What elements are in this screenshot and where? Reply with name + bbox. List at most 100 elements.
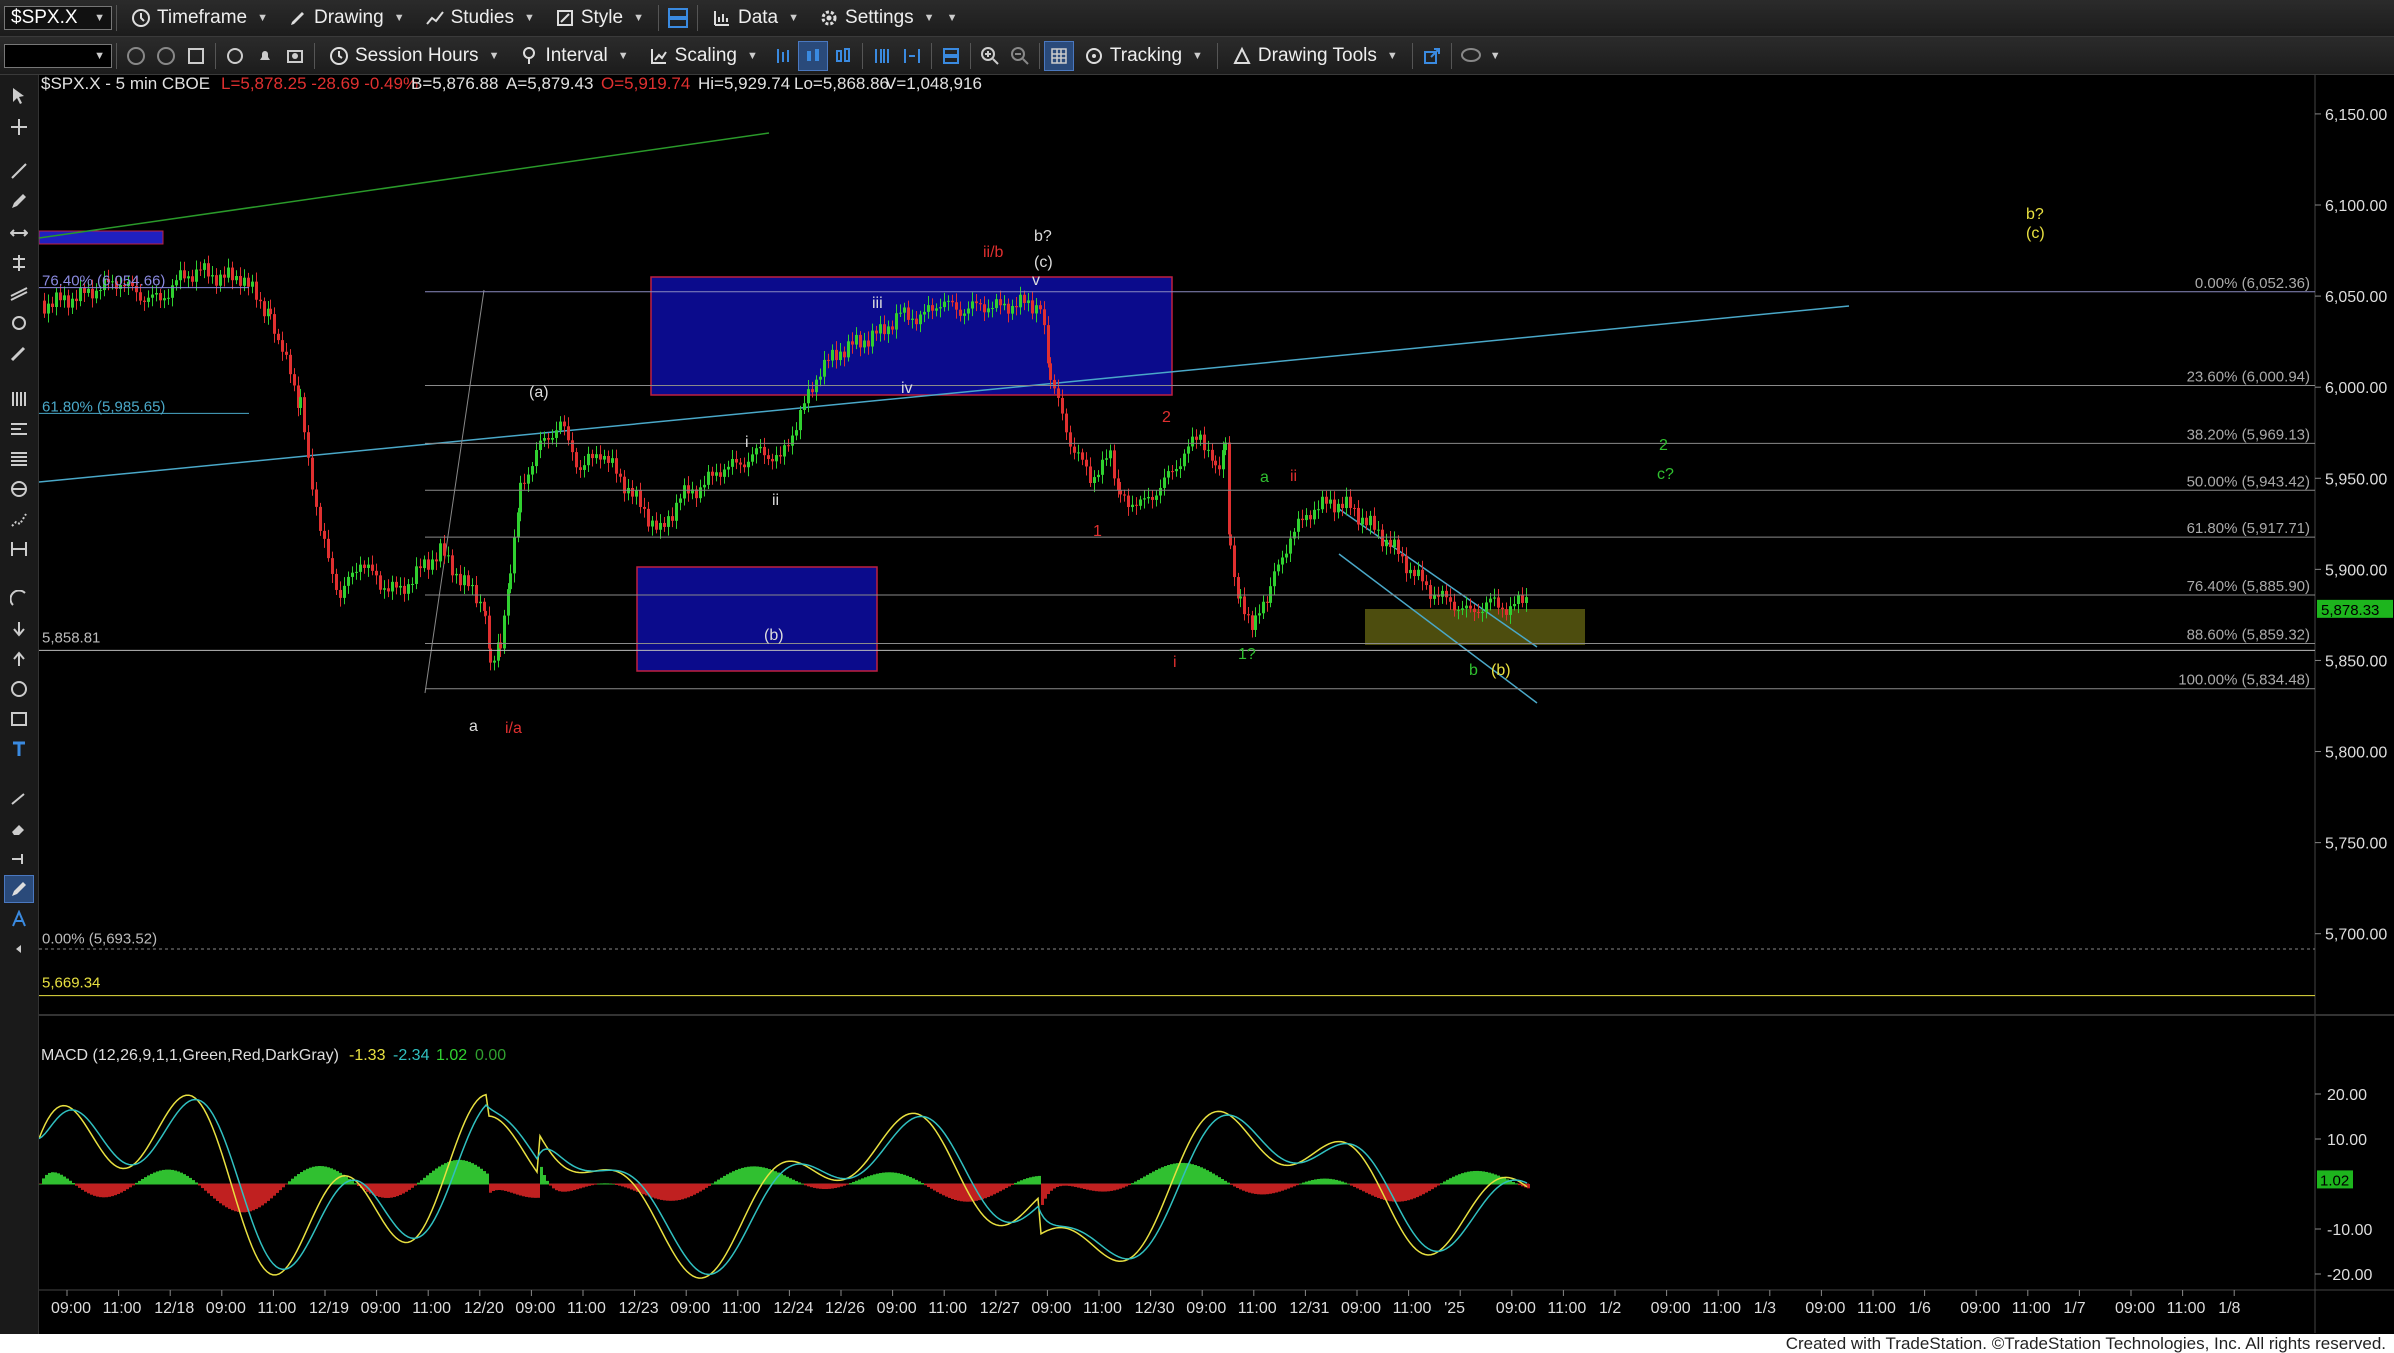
gann-tool-icon[interactable] <box>4 475 34 503</box>
settings-menu[interactable]: Settings ▼ <box>809 3 945 33</box>
price-chart[interactable]: 0.00% (6,052.36) 23.60% (6,000.94) 38.20% … <box>39 75 2394 1333</box>
trendline-tool-icon[interactable] <box>4 157 34 185</box>
refresh-icon[interactable] <box>220 41 250 71</box>
overflow-caret-icon[interactable]: ▼ <box>947 12 958 24</box>
drawing-tools-menu[interactable]: Drawing Tools ▼ <box>1222 41 1408 71</box>
timeframe-menu[interactable]: Timeframe ▼ <box>121 3 278 33</box>
ellipse-tool-icon[interactable] <box>4 675 34 703</box>
compress-icon[interactable] <box>867 41 897 71</box>
fib-extension-icon[interactable] <box>4 415 34 443</box>
export-icon[interactable] <box>1417 41 1447 71</box>
draw-mode-icon[interactable] <box>4 875 34 903</box>
style-menu[interactable]: Style ▼ <box>545 3 654 33</box>
pointer-icon[interactable] <box>4 81 34 109</box>
fib-tool-icon[interactable] <box>4 385 34 413</box>
zoom-in-icon[interactable] <box>975 41 1005 71</box>
horizontal-arrows-icon[interactable] <box>4 219 34 247</box>
magnet-icon[interactable] <box>4 845 34 873</box>
bar-chart-icon[interactable] <box>768 41 798 71</box>
text-tool-icon[interactable] <box>4 735 34 763</box>
wave-label: (a) <box>529 384 549 401</box>
bell-icon[interactable] <box>250 41 280 71</box>
page-icon[interactable] <box>181 41 211 71</box>
layout-icon[interactable] <box>936 41 966 71</box>
macd-hist-bar <box>273 1184 276 1196</box>
channel-tool-icon[interactable] <box>4 279 34 307</box>
scaling-menu[interactable]: Scaling ▼ <box>639 41 768 71</box>
drawing-menu[interactable]: Drawing ▼ <box>278 3 415 33</box>
macd-hist-bar <box>1278 1184 1281 1192</box>
grid-icon[interactable] <box>1043 40 1074 71</box>
candle-body <box>263 301 266 317</box>
candle-body <box>675 502 678 521</box>
arrow-up-icon[interactable] <box>4 645 34 673</box>
layout-combo[interactable]: ▼ <box>4 43 112 68</box>
brush-tool-icon[interactable] <box>4 339 34 367</box>
session-hours-menu[interactable]: Session Hours ▼ <box>319 41 509 71</box>
crosshair-icon[interactable] <box>4 113 34 141</box>
macd-hist-bar <box>981 1184 984 1200</box>
candle-body <box>371 564 374 571</box>
data-menu[interactable]: Data ▼ <box>702 3 809 33</box>
forward-icon[interactable] <box>151 41 181 71</box>
candle-body <box>55 292 58 308</box>
overflow-caret-icon[interactable]: ▼ <box>1490 50 1501 62</box>
vertical-line-tool-icon[interactable] <box>4 249 34 277</box>
macd-hist-bar <box>465 1160 468 1185</box>
macd-hist-bar <box>1281 1184 1284 1191</box>
arc-tool-icon[interactable] <box>4 585 34 613</box>
text-a-icon[interactable] <box>4 905 34 933</box>
candle-body <box>867 340 870 347</box>
candle-body <box>563 421 566 427</box>
candle-body <box>475 585 478 604</box>
candle-body <box>823 359 826 377</box>
macd-hist-bar <box>390 1184 393 1198</box>
macd-hist-bar <box>1443 1181 1446 1185</box>
studies-menu[interactable]: Studies ▼ <box>415 3 545 33</box>
eraser-icon[interactable] <box>4 815 34 843</box>
chat-icon[interactable] <box>1456 41 1486 71</box>
expand-icon[interactable] <box>897 41 927 71</box>
macd-hist-bar <box>1410 1184 1413 1200</box>
macd-hist-bar <box>1071 1184 1074 1187</box>
eraser-line-icon[interactable] <box>4 785 34 813</box>
chart-link-icon[interactable] <box>663 3 693 33</box>
macd-hist-bar <box>1293 1184 1296 1187</box>
pitchfork-icon[interactable] <box>4 535 34 563</box>
time-tick-label: 09:00 <box>1031 1300 1071 1317</box>
arrow-down-icon[interactable] <box>4 615 34 643</box>
dots-tool-icon[interactable] <box>4 505 34 533</box>
candle-body <box>1011 305 1014 314</box>
candle-body <box>399 585 402 588</box>
pencil-tool-icon[interactable] <box>4 187 34 215</box>
snapshot-icon[interactable] <box>280 41 310 71</box>
hollow-candle-icon[interactable] <box>828 41 858 71</box>
macd-hist-bar <box>1224 1180 1227 1185</box>
candlestick-icon[interactable] <box>797 40 828 71</box>
macd-hist-bar <box>309 1167 312 1185</box>
fib-label: 76.40% (5,885.90) <box>2187 578 2310 595</box>
macd-hist-bar <box>1023 1179 1026 1185</box>
candle-body <box>755 448 758 455</box>
expand-panel-icon[interactable] <box>4 935 34 963</box>
zoom-out-icon[interactable] <box>1005 41 1035 71</box>
macd-hist-bar <box>714 1181 717 1185</box>
macd-hist-bar <box>1122 1184 1125 1188</box>
interval-menu[interactable]: Interval ▼ <box>509 41 638 71</box>
fib-label: 61.80% (5,917.71) <box>2187 520 2310 537</box>
macd-hist-bar <box>1074 1184 1077 1187</box>
rectangle-tool-icon[interactable] <box>4 705 34 733</box>
fib-retracement-icon[interactable] <box>4 445 34 473</box>
back-icon[interactable] <box>121 41 151 71</box>
candle-body <box>273 314 276 334</box>
wave-label: 2 <box>1162 409 1171 426</box>
symbol-combo[interactable]: $SPX.X ▼ <box>4 6 112 30</box>
macd-hist-bar <box>57 1173 60 1185</box>
macd-hist-bar <box>516 1184 519 1195</box>
tracking-menu[interactable]: Tracking ▼ <box>1074 41 1213 71</box>
fib-label: 38.20% (5,969.13) <box>2187 426 2310 443</box>
cycle-tool-icon[interactable] <box>4 309 34 337</box>
macd-hist-bar <box>153 1172 156 1185</box>
macd-hist-bar <box>312 1166 315 1185</box>
macd-hist-bar <box>1149 1173 1152 1185</box>
